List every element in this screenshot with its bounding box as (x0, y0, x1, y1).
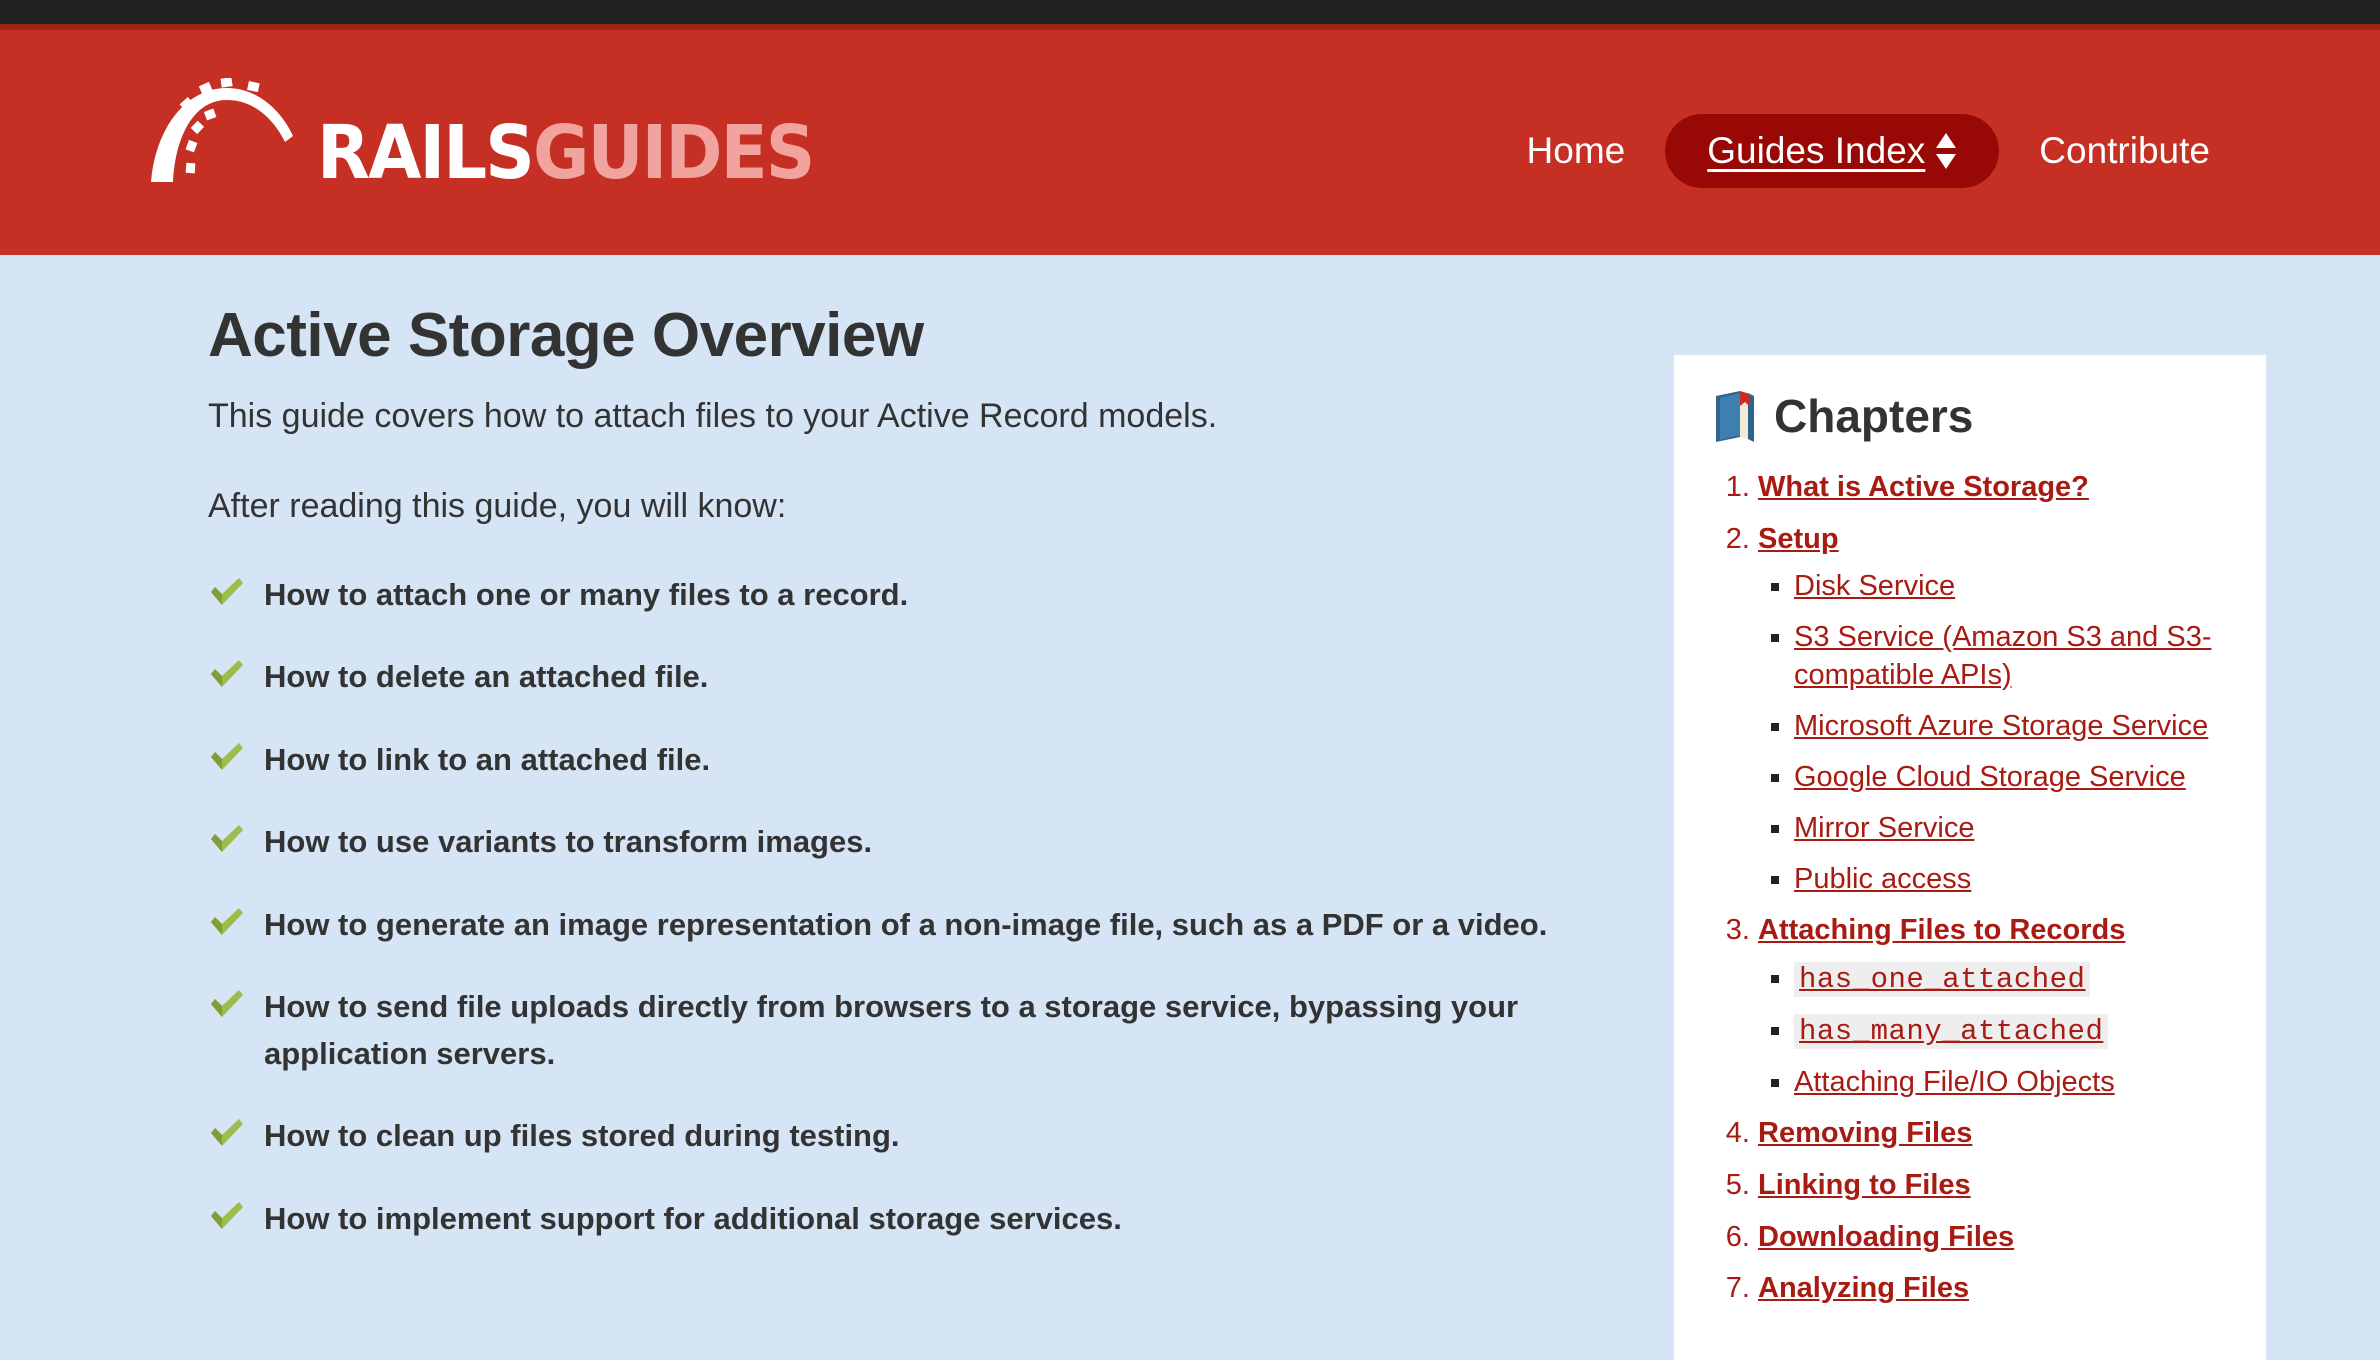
chapters-title: Chapters (1774, 390, 1974, 442)
chapter-link[interactable]: Analyzing Files (1758, 1272, 1969, 1304)
chapter-subitem: Public access (1794, 861, 2230, 898)
objective-text: How to delete an attached file. (264, 659, 709, 695)
header-inner: RAILSGUIDES Home Guides Index Contribute (70, 30, 2310, 255)
page-body: Active Storage Overview This guide cover… (0, 255, 2380, 1362)
green-check-icon (211, 660, 243, 688)
chapter-sublink[interactable]: Public access (1794, 863, 1971, 895)
chapter-link[interactable]: Removing Files (1758, 1117, 1972, 1149)
chapter-item: Analyzing Files (1758, 1270, 2230, 1308)
green-check-icon (211, 1119, 243, 1147)
browser-top-strip (0, 0, 2380, 24)
chapter-link[interactable]: Attaching Files to Records (1758, 914, 2125, 946)
objective-item: How to delete an attached file. (208, 654, 1608, 701)
chapter-sublist: Disk Service S3 Service (Amazon S3 and S3… (1758, 568, 2230, 898)
chapter-subitem: Microsoft Azure Storage Service (1794, 708, 2230, 745)
chapter-subitem: Attaching File/IO Objects (1794, 1064, 2230, 1101)
logo-rails-text: RAILS (317, 110, 535, 197)
nav-item-guides-index-label: Guides Index (1707, 130, 1926, 171)
green-check-icon (211, 577, 243, 605)
nav-item-contribute[interactable]: Contribute (2011, 130, 2238, 172)
chapter-item: Attaching Files to Records has_one_attach… (1758, 912, 2230, 1101)
objective-item: How to attach one or many files to a rec… (208, 572, 1608, 619)
chapters-header: Chapters (1710, 389, 2230, 443)
main-navigation: Home Guides Index Contribute (1499, 114, 2238, 188)
green-check-icon (211, 1201, 243, 1229)
chapter-sublink[interactable]: Mirror Service (1794, 812, 1974, 844)
objective-item: How to use variants to transform images. (208, 819, 1608, 866)
chapter-link[interactable]: What is Active Storage? (1758, 471, 2089, 503)
objective-item: How to implement support for additional … (208, 1196, 1608, 1243)
objective-text: How to implement support for additional … (264, 1200, 1122, 1236)
objectives-intro: After reading this guide, you will know: (208, 486, 787, 525)
objective-item: How to link to an attached file. (208, 737, 1608, 784)
chapter-sublink[interactable]: Attaching File/IO Objects (1794, 1066, 2115, 1098)
chapter-subitem: S3 Service (Amazon S3 and S3-compatible … (1794, 619, 2230, 693)
objective-text: How to use variants to transform images. (264, 824, 873, 860)
sort-up-down-icon (1936, 133, 1957, 169)
page-title: Active Storage Overview (208, 301, 924, 370)
nav-item-guides-index[interactable]: Guides Index (1665, 114, 2000, 188)
chapter-link[interactable]: Downloading Files (1758, 1221, 2014, 1253)
objective-item: How to send file uploads directly from b… (208, 984, 1608, 1077)
chapter-sublink[interactable]: Microsoft Azure Storage Service (1794, 710, 2208, 742)
chapter-link[interactable]: Linking to Files (1758, 1169, 1971, 1201)
chapter-sublink-code[interactable]: has_one_attached (1794, 961, 2091, 997)
chapter-subitem: Disk Service (1794, 568, 2230, 605)
chapter-item: Downloading Files (1758, 1219, 2230, 1257)
chapter-item: What is Active Storage? (1758, 469, 2230, 507)
chapters-panel: Chapters What is Active Storage? Setup Dis… (1674, 355, 2266, 1362)
rails-guides-logo[interactable]: RAILSGUIDES (145, 78, 851, 190)
blue-book-icon (1716, 391, 1754, 442)
chapter-subitem: has_many_attached (1794, 1012, 2230, 1050)
chapter-sublink-code[interactable]: has_many_attached (1794, 1013, 2109, 1049)
chapter-sublink[interactable]: Disk Service (1794, 570, 1955, 602)
chapter-item: Removing Files (1758, 1115, 2230, 1153)
chapter-item: Linking to Files (1758, 1167, 2230, 1205)
green-check-icon (211, 742, 243, 770)
objective-text: How to clean up files stored during test… (264, 1118, 900, 1154)
objective-text: How to generate an image representation … (264, 906, 1548, 942)
chapter-subitem: has_one_attached (1794, 960, 2230, 998)
objective-text: How to attach one or many files to a rec… (264, 576, 909, 612)
green-check-icon (211, 825, 243, 853)
chapter-subitem: Mirror Service (1794, 810, 2230, 847)
chapter-sublink[interactable]: Google Cloud Storage Service (1794, 761, 2186, 793)
logo-wordmark: RAILSGUIDES (317, 116, 815, 190)
green-check-icon (211, 907, 243, 935)
objective-item: How to clean up files stored during test… (208, 1113, 1608, 1160)
chapter-sublink[interactable]: S3 Service (Amazon S3 and S3-compatible … (1794, 621, 2211, 690)
content-wrapper: Active Storage Overview This guide cover… (70, 255, 2310, 1362)
nav-item-home[interactable]: Home (1499, 130, 1654, 172)
chapter-link[interactable]: Setup (1758, 523, 1839, 555)
chapters-list: What is Active Storage? Setup Disk Service… (1710, 469, 2230, 1308)
rails-arch-logo-icon (151, 78, 293, 182)
objective-text: How to send file uploads directly from b… (264, 989, 1519, 1071)
main-content: Active Storage Overview This guide cover… (208, 303, 1608, 1278)
guide-lede: This guide covers how to attach files to… (208, 397, 1218, 436)
chapter-sublist: has_one_attached has_many_attached Attachi… (1758, 960, 2230, 1101)
chapter-item: Setup Disk Service S3 Service (Amazon S3 a… (1758, 521, 2230, 898)
green-check-icon (211, 990, 243, 1018)
objective-item: How to generate an image representation … (208, 902, 1608, 949)
chapter-subitem: Google Cloud Storage Service (1794, 759, 2230, 796)
logo-guides-text: GUIDES (532, 110, 815, 197)
objectives-list: How to attach one or many files to a rec… (208, 572, 1608, 1243)
objective-text: How to link to an attached file. (264, 741, 711, 777)
site-header: RAILSGUIDES Home Guides Index Contribute (0, 30, 2380, 255)
